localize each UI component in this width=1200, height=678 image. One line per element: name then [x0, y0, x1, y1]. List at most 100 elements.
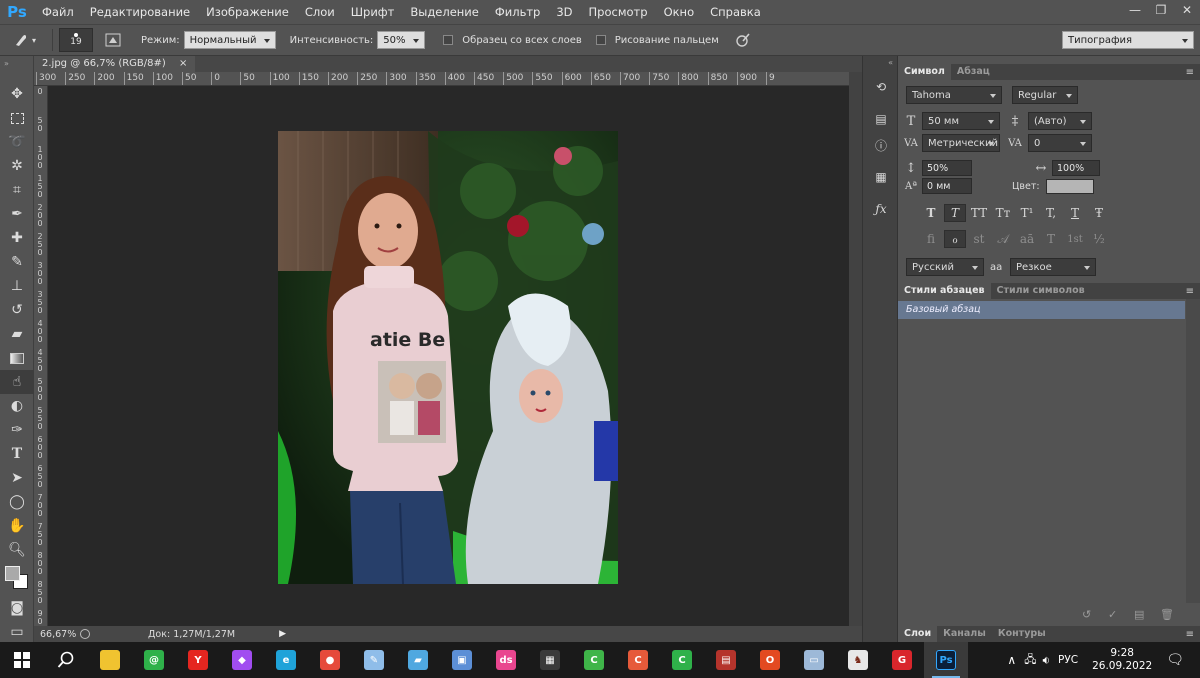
taskbar-app-paint[interactable]: ✎ — [352, 642, 396, 678]
language-select[interactable]: Русский — [906, 258, 984, 276]
history-brush-tool-icon[interactable]: ↺ — [0, 298, 34, 322]
dodge-tool-icon[interactable]: ◐ — [0, 394, 34, 418]
volume-icon[interactable]: 🔉︎ — [1042, 653, 1050, 668]
hand-tool-icon[interactable]: ✋ — [0, 514, 34, 538]
ligatures-button[interactable]: ﬁ — [920, 230, 942, 248]
stylistic-alternates-button[interactable]: aā — [1016, 230, 1038, 248]
discretionary-ligatures-button[interactable]: st — [968, 230, 990, 248]
brush-panel-toggle-icon[interactable] — [103, 30, 123, 50]
menu-select[interactable]: Выделение — [402, 0, 487, 24]
start-button[interactable] — [0, 642, 44, 678]
taskbar-app-photoshop[interactable]: Ps — [924, 642, 968, 678]
type-tool-icon[interactable]: T — [0, 442, 34, 466]
taskbar-app-edge[interactable]: e — [264, 642, 308, 678]
taskbar-app-g-app[interactable]: G — [880, 642, 924, 678]
screen-mode-icon[interactable]: ▭ — [0, 620, 34, 644]
document-image[interactable]: atie Be — [278, 131, 618, 584]
styles-panel-menu-icon[interactable]: ≡ — [1186, 286, 1194, 297]
taskbar-app-screenshot[interactable]: ▭ — [792, 642, 836, 678]
tab-paragraph-styles[interactable]: Стили абзацев — [898, 283, 991, 299]
status-share-icon[interactable] — [80, 629, 90, 639]
marquee-tool-icon[interactable] — [0, 106, 34, 130]
font-size-select[interactable]: 50 мм — [922, 112, 1000, 130]
font-style-select[interactable]: Regular — [1012, 86, 1078, 104]
underline-button[interactable]: T — [1064, 204, 1086, 222]
menu-image[interactable]: Изображение — [198, 0, 297, 24]
superscript-button[interactable]: T¹ — [1016, 204, 1038, 222]
layers-panel-menu-icon[interactable]: ≡ — [1186, 629, 1194, 640]
move-tool-icon[interactable]: ✥ — [0, 82, 34, 106]
baseline-shift-input[interactable]: 0 мм — [922, 178, 972, 194]
menu-3d[interactable]: 3D — [548, 0, 580, 24]
taskbar-app-file-explorer[interactable] — [88, 642, 132, 678]
eyedropper-tool-icon[interactable]: ✒ — [0, 202, 34, 226]
font-family-select[interactable]: Tahoma — [906, 86, 1002, 104]
swatches-panel-icon[interactable]: ▦ — [863, 164, 899, 190]
delete-style-icon[interactable]: 🗑︎ — [1160, 608, 1186, 621]
brush-tool-icon[interactable]: ✎ — [0, 250, 34, 274]
faux-italic-button[interactable]: T — [944, 204, 966, 222]
smudge-tool-icon[interactable]: ☝ — [0, 370, 34, 394]
pen-pressure-icon[interactable] — [731, 30, 755, 50]
workspace-select[interactable]: Типография — [1062, 31, 1194, 49]
pen-tool-icon[interactable]: ✑ — [0, 418, 34, 442]
character-panel-menu-icon[interactable]: ≡ — [1186, 67, 1194, 78]
restore-button[interactable]: ❐ — [1148, 1, 1174, 19]
menu-window[interactable]: Окно — [656, 0, 703, 24]
all-caps-button[interactable]: TT — [968, 204, 990, 222]
redefine-style-icon[interactable]: ✓ — [1108, 608, 1134, 621]
minimize-button[interactable]: — — [1122, 1, 1148, 19]
strip-collapse-icon[interactable]: « — [863, 56, 897, 74]
menu-help[interactable]: Справка — [702, 0, 769, 24]
taskbar-app-camtasia-2[interactable]: C — [616, 642, 660, 678]
vertical-scrollbar[interactable] — [849, 72, 862, 626]
horizontal-scale-input[interactable]: 100% — [1052, 160, 1100, 176]
network-icon[interactable]: 🖧︎ — [1024, 651, 1036, 670]
taskbar-app-camtasia-1[interactable]: C — [572, 642, 616, 678]
menu-type[interactable]: Шрифт — [343, 0, 403, 24]
taskbar-app-gem[interactable]: ◆ — [220, 642, 264, 678]
info-panel-icon[interactable]: ⓘ — [863, 132, 899, 158]
close-button[interactable]: ✕ — [1174, 1, 1200, 19]
menu-edit[interactable]: Редактирование — [82, 0, 198, 24]
ordinals-button[interactable]: 1st — [1064, 230, 1086, 248]
lasso-tool-icon[interactable]: ➰ — [0, 130, 34, 154]
smudge-tool-preset-icon[interactable]: ▾ — [12, 31, 46, 49]
subscript-button[interactable]: T, — [1040, 204, 1062, 222]
taskbar-app-chrome[interactable]: ● — [308, 642, 352, 678]
finger-painting-checkbox[interactable] — [595, 35, 606, 45]
eraser-tool-icon[interactable]: ▰ — [0, 322, 34, 346]
antialias-select[interactable]: Резкое — [1010, 258, 1096, 276]
taskbar-app-viewer[interactable]: ▣ — [440, 642, 484, 678]
taskbar-app-horse[interactable]: ♞ — [836, 642, 880, 678]
crop-tool-icon[interactable]: ⌗ — [0, 178, 34, 202]
new-style-icon[interactable]: ▤ — [1134, 608, 1160, 621]
status-menu-arrow-icon[interactable]: ▶ — [279, 629, 286, 639]
color-swatches[interactable] — [0, 562, 33, 596]
vertical-scale-input[interactable]: 50% — [922, 160, 972, 176]
fractions-button[interactable]: ½ — [1088, 230, 1110, 248]
tray-chevron-icon[interactable]: ∧ — [1007, 653, 1016, 667]
menu-filter[interactable]: Фильтр — [487, 0, 549, 24]
menu-view[interactable]: Просмотр — [581, 0, 656, 24]
taskbar-app-notes[interactable]: ▰ — [396, 642, 440, 678]
tab-paragraph[interactable]: Абзац — [951, 64, 996, 80]
taskbar-app-film[interactable]: ▦ — [528, 642, 572, 678]
document-tab-close-icon[interactable]: × — [179, 58, 187, 69]
faux-bold-button[interactable]: T — [920, 204, 942, 222]
clock[interactable]: 9:28 26.09.2022 — [1092, 647, 1152, 673]
tab-paths[interactable]: Контуры — [992, 626, 1052, 642]
quick-mask-icon[interactable]: ◙ — [0, 596, 34, 620]
menu-file[interactable]: Файл — [34, 0, 82, 24]
strength-select[interactable]: 50% — [377, 31, 426, 49]
tab-character[interactable]: Символ — [898, 64, 951, 80]
taskbar-app-camtasia-3[interactable]: C — [660, 642, 704, 678]
tab-character-styles[interactable]: Стили символов — [991, 283, 1091, 299]
toolbox-collapse-icon[interactable]: » — [0, 56, 33, 82]
styles-scrollbar[interactable] — [1186, 299, 1200, 603]
clear-override-icon[interactable]: ↺ — [1082, 608, 1108, 621]
taskbar-app-archive[interactable]: ▤ — [704, 642, 748, 678]
titling-alternates-button[interactable]: T — [1040, 230, 1062, 248]
magic-wand-tool-icon[interactable]: ✲ — [0, 154, 34, 178]
gradient-tool-icon[interactable] — [0, 346, 34, 370]
